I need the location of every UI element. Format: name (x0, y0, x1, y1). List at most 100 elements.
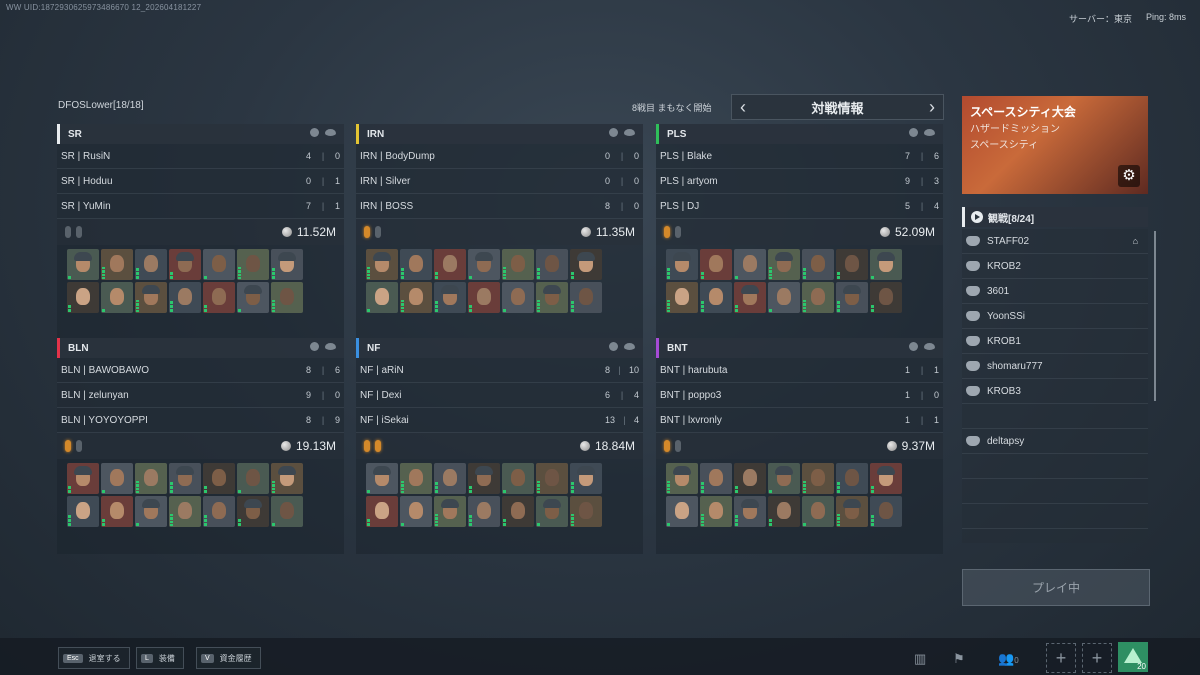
operator-avatar[interactable] (870, 282, 902, 313)
operator-avatar[interactable] (468, 496, 500, 527)
operator-avatar[interactable] (366, 249, 398, 280)
operator-avatar[interactable] (802, 282, 834, 313)
operator-avatar[interactable] (203, 496, 235, 527)
gear-icon[interactable]: ⚙ (1118, 165, 1140, 187)
operator-avatar[interactable] (666, 249, 698, 280)
operator-avatar[interactable] (502, 249, 534, 280)
operator-avatar[interactable] (366, 496, 398, 527)
chevron-right-icon[interactable]: › (921, 96, 943, 118)
operator-avatar[interactable] (666, 496, 698, 527)
operator-avatar[interactable] (237, 282, 269, 313)
operator-avatar[interactable] (67, 463, 99, 494)
operator-avatar[interactable] (434, 496, 466, 527)
operator-avatar[interactable] (400, 282, 432, 313)
operator-avatar[interactable] (570, 282, 602, 313)
operator-avatar[interactable] (400, 496, 432, 527)
operator-avatar[interactable] (666, 282, 698, 313)
equip-key-hint[interactable]: L 装備 (136, 647, 184, 669)
operator-avatar[interactable] (734, 249, 766, 280)
operator-avatar[interactable] (836, 463, 868, 494)
operator-avatar[interactable] (101, 282, 133, 313)
operator-avatar[interactable] (271, 282, 303, 313)
player-row[interactable]: BNT | lxvronly 1 | 1 (656, 408, 943, 433)
operator-avatar[interactable] (169, 496, 201, 527)
operator-avatar[interactable] (400, 249, 432, 280)
player-row[interactable]: BLN | zelunyan 9 | 0 (57, 383, 344, 408)
playing-button[interactable]: プレイ中 (962, 569, 1150, 606)
operator-avatar[interactable] (271, 249, 303, 280)
operator-avatar[interactable] (67, 496, 99, 527)
operator-avatar[interactable] (135, 282, 167, 313)
operator-avatar[interactable] (101, 463, 133, 494)
player-row[interactable]: SR | RusiN 4 | 0 (57, 144, 344, 169)
player-row[interactable]: BNT | harubuta 1 | 1 (656, 358, 943, 383)
event-banner[interactable]: スペースシティ大会 ハザードミッション スペースシティ ⚙ (962, 96, 1148, 194)
level-badge[interactable]: 20 (1118, 642, 1148, 672)
party-icon[interactable]: 👥0 (998, 651, 1019, 667)
player-row[interactable]: SR | Hoduu 0 | 1 (57, 169, 344, 194)
operator-avatar[interactable] (237, 496, 269, 527)
spectator-row[interactable]: YoonSSi (962, 304, 1148, 329)
player-row[interactable]: NF | iSekai 13 | 4 (356, 408, 643, 433)
operator-avatar[interactable] (700, 249, 732, 280)
player-row[interactable]: BLN | YOYOYOPPI 8 | 9 (57, 408, 344, 433)
operator-avatar[interactable] (570, 463, 602, 494)
operator-avatar[interactable] (536, 463, 568, 494)
operator-avatar[interactable] (203, 249, 235, 280)
operator-avatar[interactable] (700, 282, 732, 313)
operator-avatar[interactable] (366, 282, 398, 313)
operator-avatar[interactable] (536, 249, 568, 280)
operator-avatar[interactable] (734, 282, 766, 313)
operator-avatar[interactable] (700, 463, 732, 494)
operator-avatar[interactable] (502, 282, 534, 313)
flag-icon[interactable]: ⚑ (953, 651, 965, 667)
operator-avatar[interactable] (768, 282, 800, 313)
funds-key-hint[interactable]: V 資金履歴 (196, 647, 261, 669)
spectator-row[interactable]: KROB2 (962, 254, 1148, 279)
operator-avatar[interactable] (67, 282, 99, 313)
operator-avatar[interactable] (768, 249, 800, 280)
operator-avatar[interactable] (802, 249, 834, 280)
operator-avatar[interactable] (870, 496, 902, 527)
operator-avatar[interactable] (271, 496, 303, 527)
operator-avatar[interactable] (400, 463, 432, 494)
operator-avatar[interactable] (434, 463, 466, 494)
operator-avatar[interactable] (169, 249, 201, 280)
operator-avatar[interactable] (203, 463, 235, 494)
player-row[interactable]: IRN | BodyDump 0 | 0 (356, 144, 643, 169)
spectator-scrollbar[interactable] (1154, 231, 1156, 401)
operator-avatar[interactable] (502, 463, 534, 494)
operator-avatar[interactable] (768, 496, 800, 527)
operator-avatar[interactable] (870, 249, 902, 280)
operator-avatar[interactable] (169, 282, 201, 313)
spectator-row[interactable]: STAFF02 ⌂ (962, 229, 1148, 254)
player-row[interactable]: PLS | artyom 9 | 3 (656, 169, 943, 194)
operator-avatar[interactable] (434, 249, 466, 280)
stats-icon[interactable]: ▥ (914, 651, 926, 667)
operator-avatar[interactable] (366, 463, 398, 494)
operator-avatar[interactable] (135, 249, 167, 280)
operator-avatar[interactable] (570, 496, 602, 527)
operator-avatar[interactable] (700, 496, 732, 527)
operator-avatar[interactable] (502, 496, 534, 527)
player-row[interactable]: IRN | Silver 0 | 0 (356, 169, 643, 194)
operator-avatar[interactable] (101, 249, 133, 280)
player-row[interactable]: PLS | DJ 5 | 4 (656, 194, 943, 219)
operator-avatar[interactable] (135, 463, 167, 494)
operator-avatar[interactable] (101, 496, 133, 527)
add-slot-2[interactable]: + (1082, 643, 1112, 673)
operator-avatar[interactable] (536, 282, 568, 313)
esc-key-hint[interactable]: Esc 退室する (58, 647, 130, 669)
spectator-row[interactable]: KROB1 (962, 329, 1148, 354)
spectator-row[interactable]: 3601 (962, 279, 1148, 304)
operator-avatar[interactable] (203, 282, 235, 313)
chevron-left-icon[interactable]: ‹ (732, 96, 754, 118)
spectator-row[interactable]: shomaru777 (962, 354, 1148, 379)
operator-avatar[interactable] (734, 496, 766, 527)
player-row[interactable]: BNT | poppo3 1 | 0 (656, 383, 943, 408)
operator-avatar[interactable] (836, 496, 868, 527)
spectator-row[interactable]: deltapsy (962, 429, 1148, 454)
operator-avatar[interactable] (802, 463, 834, 494)
player-row[interactable]: PLS | Blake 7 | 6 (656, 144, 943, 169)
operator-avatar[interactable] (169, 463, 201, 494)
